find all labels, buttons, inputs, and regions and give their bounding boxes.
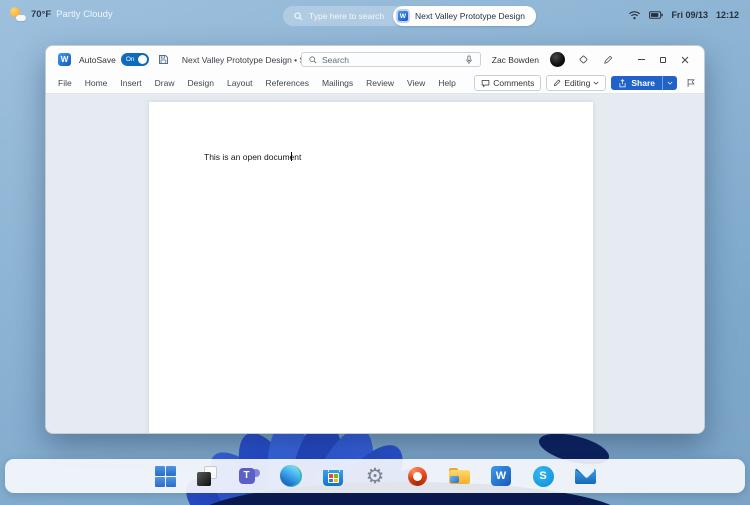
windows-start-icon <box>154 465 176 487</box>
editing-mode-button[interactable]: Editing <box>546 75 607 91</box>
taskbar-settings-button[interactable]: ⚙ <box>354 459 396 493</box>
word-window: W AutoSave On Next Valley Prototype Desi… <box>45 45 705 434</box>
window-controls <box>630 50 696 70</box>
taskbar-word-button[interactable]: W <box>480 459 522 493</box>
tray-time[interactable]: 12:12 <box>716 10 739 20</box>
tab-layout[interactable]: Layout <box>227 78 253 88</box>
word-search-input[interactable] <box>322 54 460 65</box>
microsoft-store-icon <box>323 466 343 486</box>
comment-icon <box>482 79 490 87</box>
tab-review[interactable]: Review <box>366 78 394 88</box>
taskbar-skype-button[interactable]: S <box>522 459 564 493</box>
ribbon-tabs: File Home Insert Draw Design Layout Refe… <box>58 78 456 88</box>
ribbon-options-flag-icon[interactable] <box>686 78 696 88</box>
document-text: This is an open document <box>204 152 302 162</box>
search-icon <box>309 55 317 64</box>
taskbar-mail-button[interactable] <box>564 459 606 493</box>
running-app-label: Next Valley Prototype Design <box>415 11 525 21</box>
save-button[interactable] <box>158 54 169 65</box>
close-button[interactable] <box>674 50 696 70</box>
tab-mailings[interactable]: Mailings <box>322 78 353 88</box>
comments-label: Comments <box>493 78 535 88</box>
comments-button[interactable]: Comments <box>474 75 542 91</box>
close-icon <box>681 56 689 63</box>
desktop-search-bar: W Next Valley Prototype Design <box>283 6 536 26</box>
file-explorer-icon <box>448 467 470 485</box>
tab-file[interactable]: File <box>58 78 72 88</box>
document-page[interactable]: This is an open document <box>149 102 593 433</box>
word-app-icon: W <box>396 9 410 23</box>
pen-icon[interactable] <box>601 53 615 67</box>
tab-view[interactable]: View <box>407 78 425 88</box>
share-label: Share <box>631 78 655 88</box>
taskbar-edge-button[interactable] <box>270 459 312 493</box>
autosave-toggle[interactable]: On <box>120 53 149 66</box>
account-name[interactable]: Zac Bowden <box>492 55 539 65</box>
weather-widget[interactable]: 70°F Partly Cloudy <box>10 5 113 23</box>
edge-icon <box>280 465 302 487</box>
battery-icon[interactable] <box>649 11 664 19</box>
share-button[interactable]: Share <box>611 76 677 90</box>
taskbar-teams-button[interactable]: T <box>228 459 270 493</box>
autosave-state: On <box>125 56 135 63</box>
tab-insert[interactable]: Insert <box>120 78 141 88</box>
teams-icon: T <box>238 466 260 487</box>
document-canvas: This is an open document <box>46 94 704 433</box>
taskbar-office-button[interactable] <box>396 459 438 493</box>
taskbar-store-button[interactable] <box>312 459 354 493</box>
gear-icon: ⚙ <box>365 464 385 488</box>
chevron-down-icon <box>667 81 673 85</box>
ribbon-bar: File Home Insert Draw Design Layout Refe… <box>46 73 704 94</box>
microphone-icon[interactable] <box>465 54 473 65</box>
system-tray: Fri 09/13 12:12 <box>628 6 739 24</box>
autosave-label: AutoSave <box>79 54 116 65</box>
taskbar-file-explorer-button[interactable] <box>438 459 480 493</box>
taskbar-task-view-button[interactable] <box>186 459 228 493</box>
title-bar-right: Zac Bowden <box>492 50 696 70</box>
desktop-wallpaper: 70°F Partly Cloudy W Next Valley Prototy… <box>0 0 750 505</box>
tab-draw[interactable]: Draw <box>155 78 175 88</box>
minimize-button[interactable] <box>630 50 652 70</box>
diamond-icon[interactable] <box>576 53 590 67</box>
word-app-button[interactable]: W <box>58 53 71 66</box>
share-main[interactable]: Share <box>611 76 662 90</box>
pencil-icon <box>554 79 561 86</box>
desktop-search-field[interactable] <box>283 11 393 21</box>
toggle-knob <box>137 55 147 64</box>
chevron-down-icon <box>593 81 599 85</box>
minimize-icon <box>637 59 645 60</box>
weather-temperature: 70°F <box>31 8 52 20</box>
desktop-search-input[interactable] <box>309 11 385 21</box>
word-icon: W <box>491 466 511 486</box>
share-icon <box>619 78 626 87</box>
skype-icon: S <box>532 465 554 487</box>
taskbar-start-button[interactable] <box>144 459 186 493</box>
office-icon <box>407 466 427 486</box>
task-view-icon <box>196 465 218 487</box>
word-title-bar: W AutoSave On Next Valley Prototype Desi… <box>46 46 704 73</box>
tab-design[interactable]: Design <box>188 78 214 88</box>
maximize-icon <box>660 56 666 63</box>
partly-cloudy-icon <box>10 7 26 21</box>
running-app-pill[interactable]: W Next Valley Prototype Design <box>393 6 536 26</box>
mail-icon <box>574 468 596 484</box>
tab-help[interactable]: Help <box>438 78 455 88</box>
taskbar: T ⚙ W S <box>5 459 745 493</box>
editing-label: Editing <box>564 78 591 88</box>
maximize-button[interactable] <box>652 50 674 70</box>
ribbon-right-actions: Comments Editing Share <box>474 75 696 91</box>
tab-references[interactable]: References <box>266 78 309 88</box>
wifi-icon[interactable] <box>628 10 641 20</box>
word-search-box[interactable] <box>301 52 481 67</box>
account-avatar[interactable] <box>550 52 565 67</box>
search-icon <box>294 11 303 21</box>
word-glyph: W <box>398 11 408 21</box>
text-caret <box>291 152 292 161</box>
weather-condition: Partly Cloudy <box>56 8 113 20</box>
tab-home[interactable]: Home <box>85 78 108 88</box>
share-dropdown[interactable] <box>662 76 677 90</box>
tray-date[interactable]: Fri 09/13 <box>671 10 708 20</box>
